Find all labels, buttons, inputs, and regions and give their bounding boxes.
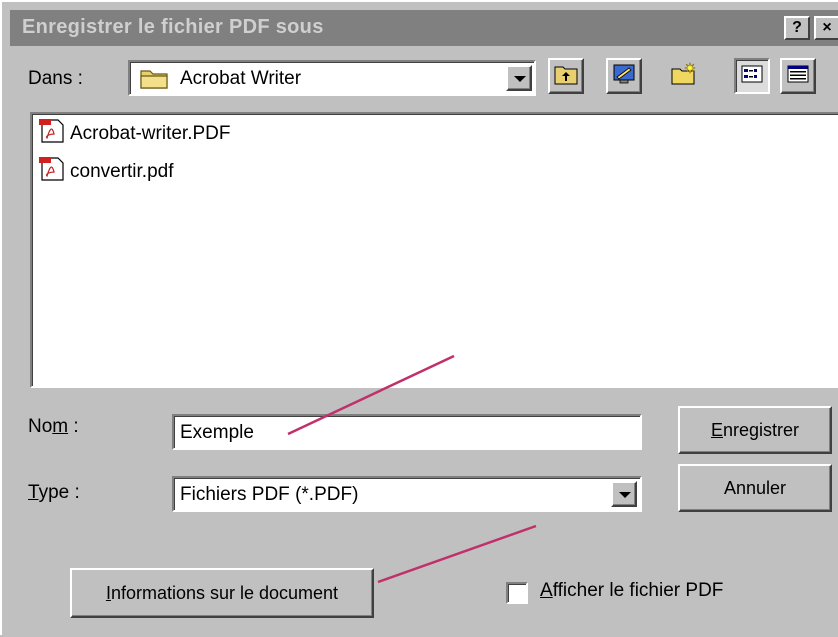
help-button[interactable]: ?: [784, 16, 810, 40]
filetype-dropdown-button[interactable]: [611, 481, 637, 507]
up-folder-icon: [554, 63, 578, 90]
cancel-button-label: Annuler: [723, 477, 787, 498]
filename-input[interactable]: Exemple: [172, 414, 642, 450]
save-pdf-dialog: Enregistrer le fichier PDF sous ? × Dans…: [0, 0, 838, 635]
document-info-button[interactable]: Informations sur le document: [70, 568, 374, 618]
location-dropdown-button[interactable]: [506, 65, 532, 91]
list-view-icon: [741, 65, 763, 88]
dialog-title: Enregistrer le fichier PDF sous: [22, 16, 324, 38]
new-folder-button[interactable]: [666, 58, 702, 94]
save-button-label: Enregistrer: [710, 419, 800, 440]
file-name: convertir.pdf: [70, 161, 174, 182]
document-info-label: Informations sur le document: [105, 582, 339, 603]
location-combo[interactable]: Acrobat Writer: [128, 60, 536, 96]
desktop-icon: [612, 63, 636, 90]
annotation-line-docinfo: [377, 524, 537, 584]
filename-label: Nom :: [28, 416, 79, 437]
file-name: Acrobat-writer.PDF: [70, 123, 231, 144]
show-pdf-label: Afficher le fichier PDF: [540, 580, 724, 601]
close-button[interactable]: ×: [814, 16, 838, 40]
file-list[interactable]: Acrobat-writer.PDF convertir.pdf: [30, 112, 838, 388]
filetype-label: Type :: [28, 482, 80, 503]
list-item[interactable]: convertir.pdf: [38, 156, 174, 188]
list-view-button[interactable]: [734, 58, 770, 94]
list-item[interactable]: Acrobat-writer.PDF: [38, 118, 231, 150]
details-view-icon: [787, 65, 809, 88]
filetype-value: Fichiers PDF (*.PDF): [180, 484, 359, 505]
filetype-select[interactable]: Fichiers PDF (*.PDF): [172, 476, 642, 512]
filename-value: Exemple: [180, 422, 254, 443]
folder-icon: [140, 67, 170, 94]
up-one-level-button[interactable]: [548, 58, 584, 94]
cancel-button[interactable]: Annuler: [678, 464, 832, 512]
title-bar[interactable]: Enregistrer le fichier PDF sous ? ×: [10, 10, 838, 46]
new-folder-icon: [670, 61, 698, 91]
location-value: Acrobat Writer: [180, 68, 302, 89]
pdf-file-icon: [38, 118, 68, 150]
show-pdf-checkbox[interactable]: [506, 582, 528, 604]
pdf-file-icon: [38, 156, 68, 188]
location-label: Dans :: [28, 68, 83, 89]
desktop-button[interactable]: [606, 58, 642, 94]
details-view-button[interactable]: [780, 58, 816, 94]
save-button[interactable]: Enregistrer: [678, 406, 832, 454]
